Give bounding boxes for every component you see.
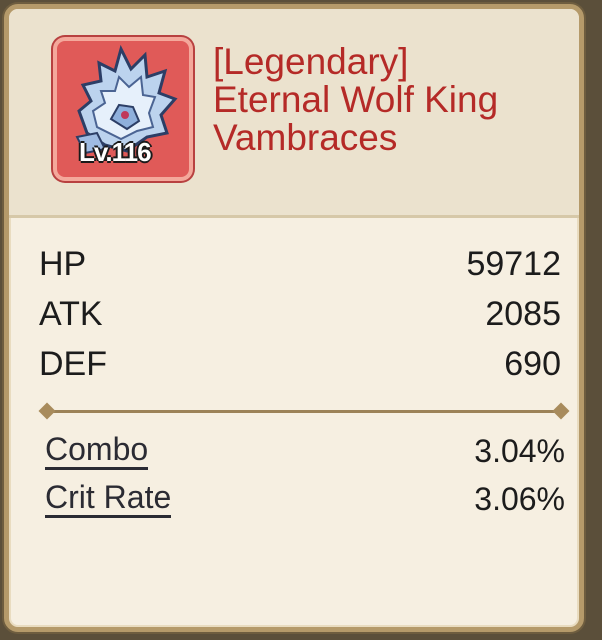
sub-stat-value: 3.04% [474, 433, 565, 469]
sub-stats: Combo 3.04% Crit Rate 3.06% [45, 429, 565, 525]
divider-end-ornament [38, 402, 56, 420]
stat-row-def: DEF 690 [39, 341, 561, 391]
sub-stat-row-combo: Combo 3.04% [45, 429, 565, 477]
item-name: [Legendary] Eternal Wolf King Vambraces [213, 43, 573, 157]
item-tooltip-panel: Lv.116 [Legendary] Eternal Wolf King Vam… [4, 4, 584, 632]
stat-label: HP [39, 245, 87, 283]
stats-divider [38, 402, 570, 420]
sub-stat-link-combo[interactable]: Combo [45, 431, 149, 470]
stat-value: 59712 [466, 245, 561, 283]
item-level-badge: Lv.116 [79, 137, 152, 167]
item-name-line-1: Eternal Wolf King [213, 79, 499, 120]
sub-stat-value: 3.06% [474, 481, 565, 517]
item-icon-frame[interactable]: Lv.116 [53, 37, 193, 181]
main-stats: HP 59712 ATK 2085 DEF 690 [39, 241, 561, 391]
stat-label: ATK [39, 295, 103, 333]
stat-row-hp: HP 59712 [39, 241, 561, 291]
item-rarity: [Legendary] [213, 41, 409, 82]
stat-value: 690 [504, 345, 561, 383]
item-name-line-2: Vambraces [213, 117, 398, 158]
sub-stat-link-crit-rate[interactable]: Crit Rate [45, 479, 172, 518]
stat-value: 2085 [485, 295, 561, 333]
stat-row-atk: ATK 2085 [39, 291, 561, 341]
divider-line [49, 410, 559, 413]
sub-stat-row-crit-rate: Crit Rate 3.06% [45, 477, 565, 525]
stat-label: DEF [39, 345, 107, 383]
item-header: Lv.116 [Legendary] Eternal Wolf King Vam… [9, 9, 579, 218]
divider-end-ornament [552, 402, 570, 420]
